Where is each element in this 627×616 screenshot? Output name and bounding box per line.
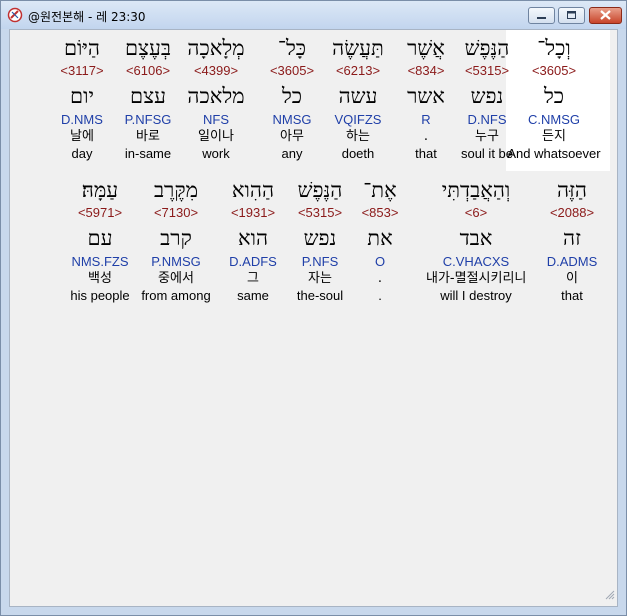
lemma-word: יום: [70, 84, 94, 108]
word-column[interactable]: עַמָּהּ׃ <5971> עם NMS.FZS 백성 his people: [50, 175, 150, 304]
app-window: @원전본해 - 레 23:30 וְכָל־ <3605> כל C.NMSG 든지 An…: [0, 0, 627, 616]
word-column[interactable]: הַזֶּה <2088> זה D.ADMS 이 that: [522, 175, 622, 304]
strong-number: <5971>: [77, 205, 123, 220]
morph-code: NMS.FZS: [71, 254, 129, 269]
word-column[interactable]: הַיּוֹם <3117> יום D.NMS 날에 day: [32, 33, 132, 162]
close-button[interactable]: [589, 7, 622, 24]
morph-code: C.VHACXS: [442, 254, 510, 269]
morph-code: D.ADMS: [546, 254, 598, 269]
hebrew-word: וְהַאֲבַדְתִּי: [441, 178, 511, 202]
window-title: @원전본해 - 레 23:30: [28, 10, 146, 24]
app-icon: [7, 7, 23, 23]
korean-gloss: 내가-멸절시키리니: [426, 271, 527, 286]
hebrew-word: הַיּוֹם: [63, 36, 101, 60]
lemma-word: עם: [87, 226, 113, 250]
hebrew-word: הַזֶּה: [556, 178, 587, 202]
morph-code: D.NMS: [61, 112, 103, 127]
maximize-icon: [567, 11, 576, 19]
title-bar[interactable]: @원전본해 - 레 23:30: [1, 1, 626, 29]
korean-gloss: 이: [566, 271, 578, 286]
hebrew-word: עַמָּהּ׃: [81, 178, 119, 202]
lemma-word: זה: [563, 226, 581, 250]
english-gloss: will I destroy: [440, 288, 512, 303]
interlinear-panel[interactable]: וְכָל־ <3605> כל C.NMSG 든지 And whatsoever הַנֶ…: [9, 29, 618, 607]
korean-gloss: 백성: [88, 271, 112, 286]
close-icon: [600, 10, 611, 20]
word-column[interactable]: וְהַאֲבַדְתִּי <6> אבד C.VHACXS 내가-멸절시키리니 wil…: [426, 175, 526, 304]
maximize-button[interactable]: [558, 7, 585, 24]
minimize-button[interactable]: [528, 7, 555, 24]
strong-number: <3117>: [60, 63, 104, 78]
lemma-word: אבד: [459, 226, 493, 250]
strong-number: <6>: [464, 205, 488, 220]
english-gloss: that: [561, 288, 583, 303]
english-gloss: day: [71, 146, 93, 161]
minimize-icon: [537, 17, 546, 19]
resize-grip-icon[interactable]: [605, 585, 615, 604]
english-gloss: his people: [70, 288, 130, 303]
korean-gloss: 날에: [70, 129, 94, 144]
strong-number: <2088>: [549, 205, 595, 220]
